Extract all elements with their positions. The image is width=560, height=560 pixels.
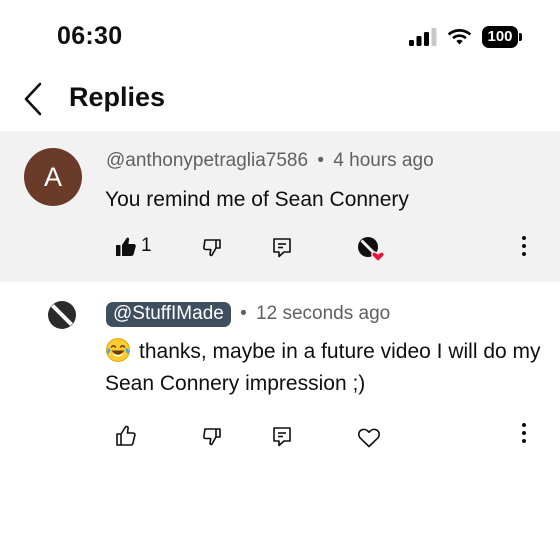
like-count: 1 — [141, 235, 152, 256]
comment-body: thanks, maybe in a future video I will d… — [105, 340, 541, 395]
comment-text: You remind me of Sean Connery — [105, 188, 409, 211]
heart-button[interactable] — [348, 416, 388, 456]
battery-level: 100 — [487, 28, 513, 45]
thumbs-up-icon — [116, 237, 136, 256]
page-title: Replies — [69, 82, 166, 112]
parent-comment: A @anthonypetraglia7586 • 4 hours ago Yo… — [0, 131, 560, 282]
comment-author[interactable]: @anthonypetraglia7586 — [106, 150, 308, 171]
channel-avatar-icon[interactable] — [44, 297, 80, 333]
battery-indicator: 100 — [482, 26, 522, 48]
comment-actions: 1 — [0, 227, 560, 267]
comment-reply-icon — [273, 427, 291, 447]
comment-time: 12 seconds ago — [256, 303, 391, 324]
back-button[interactable] — [18, 78, 52, 120]
status-bar: 06:30 100 — [0, 0, 560, 72]
thumbs-down-icon — [203, 428, 221, 446]
comment-time: 4 hours ago — [333, 150, 434, 171]
more-options-button[interactable] — [513, 234, 535, 264]
comment-meta: @StuffIMade • 12 seconds ago — [106, 302, 390, 327]
dislike-button[interactable] — [192, 416, 232, 456]
more-vertical-icon — [522, 423, 526, 427]
header: Replies — [0, 72, 560, 130]
cellular-signal-icon — [409, 28, 437, 46]
comment-text: thanks, maybe in a future video I will d… — [105, 336, 545, 400]
thumbs-up-icon — [116, 425, 136, 446]
avatar[interactable]: A — [24, 148, 82, 206]
chevron-left-icon — [24, 82, 42, 116]
comment-reply-icon — [273, 238, 291, 258]
creator-heart-icon — [358, 237, 385, 263]
status-time: 06:30 — [57, 22, 123, 50]
reply-button[interactable] — [262, 227, 302, 267]
comment-meta: @anthonypetraglia7586 • 4 hours ago — [106, 150, 434, 172]
heart-icon — [358, 428, 380, 448]
more-options-button[interactable] — [513, 421, 535, 451]
wifi-icon — [447, 29, 472, 45]
creator-author-chip[interactable]: @StuffIMade — [106, 302, 231, 327]
like-button[interactable] — [106, 227, 146, 267]
meta-separator: • — [240, 303, 247, 324]
dislike-button[interactable] — [192, 227, 232, 267]
comment-actions — [0, 416, 560, 456]
more-vertical-icon — [522, 236, 526, 240]
face-with-tears-of-joy-icon — [106, 338, 130, 362]
thumbs-down-icon — [203, 239, 221, 257]
meta-separator: • — [317, 150, 324, 171]
creator-heart-badge[interactable] — [348, 227, 388, 267]
like-button[interactable] — [106, 416, 146, 456]
reply-button[interactable] — [262, 416, 302, 456]
reply-comment: @StuffIMade • 12 seconds ago thanks, may… — [0, 283, 560, 483]
